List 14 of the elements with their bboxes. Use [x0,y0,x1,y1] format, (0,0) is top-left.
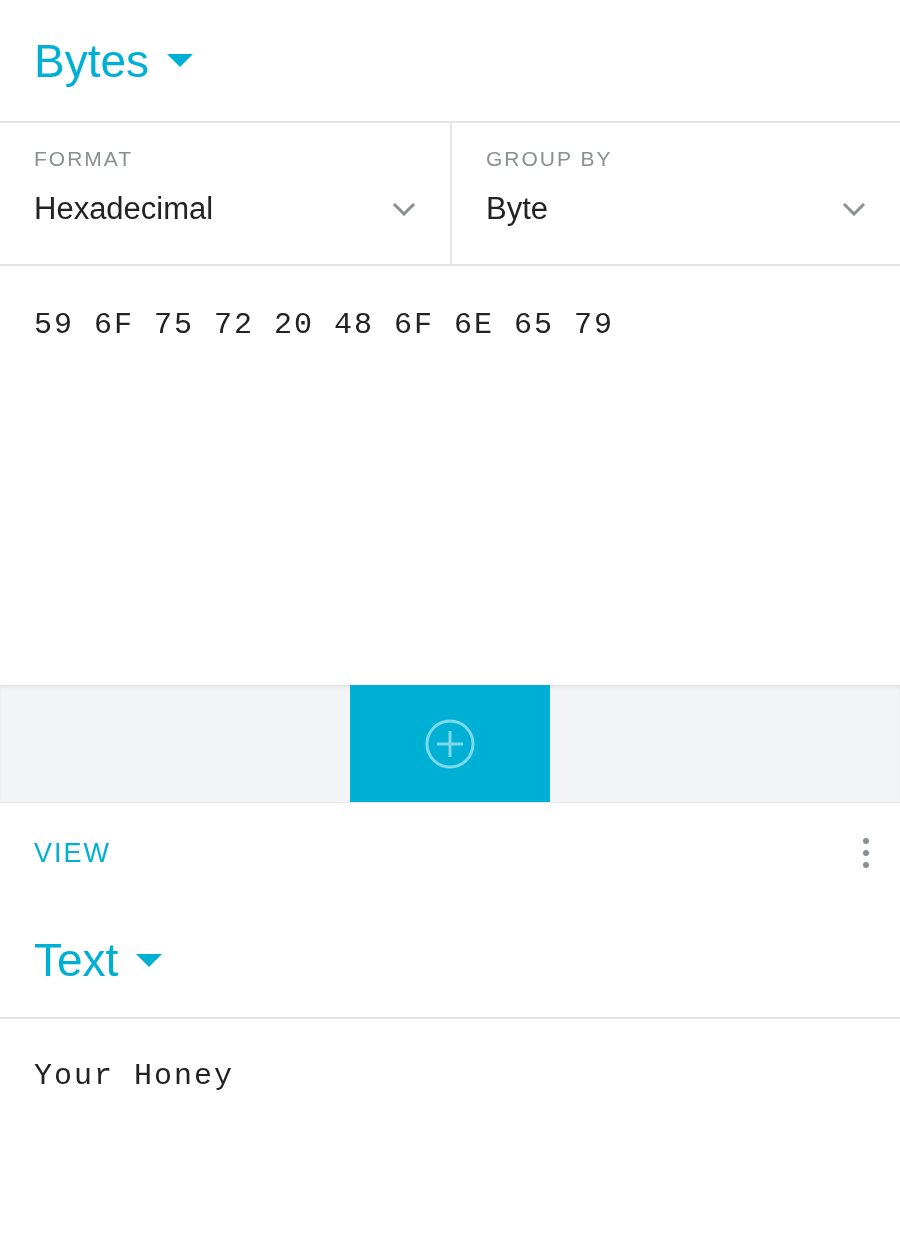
more-options-button[interactable] [862,837,870,869]
bytes-input[interactable]: 59 6F 75 72 20 48 6F 6E 65 79 [0,266,900,685]
more-icon [862,837,870,869]
caret-icon [136,953,163,967]
option-dropdown[interactable]: Byte [486,191,866,227]
option-label: GROUP BY [486,147,614,171]
text-output: Your Honey [33,1058,236,1095]
caret-icon [167,54,194,67]
view-label: VIEW [34,837,111,869]
option-label: FORMAT [34,147,135,171]
add-icon [424,717,476,770]
chevron-down-icon [392,202,416,216]
chevron-down-icon [842,202,866,216]
option-dropdown[interactable]: Hexadecimal [34,191,416,227]
